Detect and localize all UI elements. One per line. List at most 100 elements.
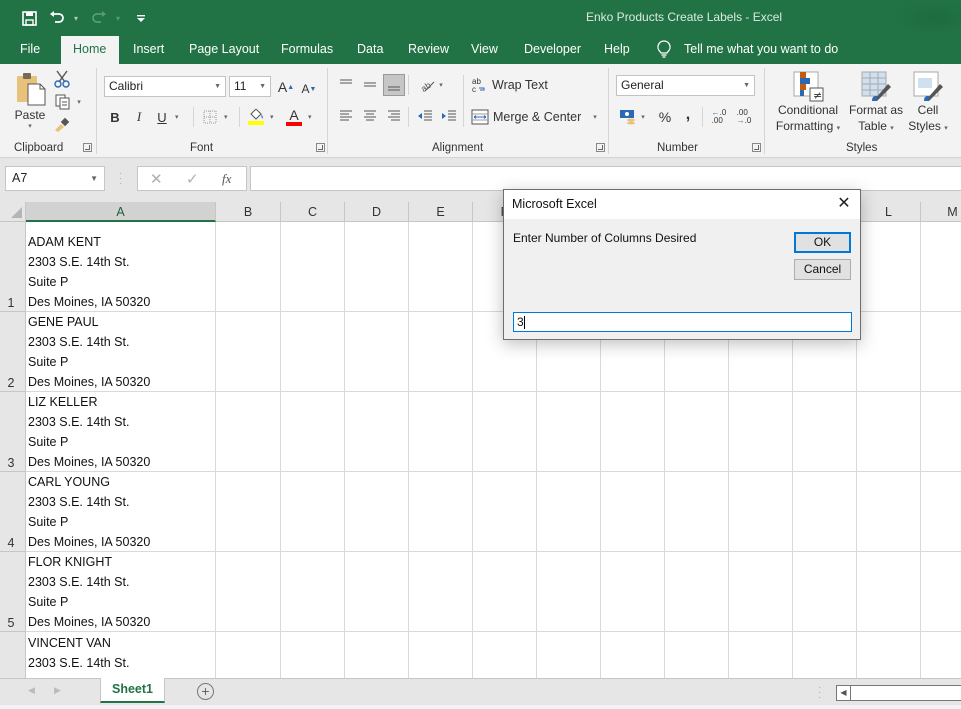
cancel-entry-icon[interactable]: ✕ <box>150 170 163 188</box>
dialog-title-bar[interactable]: Microsoft Excel ✕ <box>504 190 860 219</box>
font-name-combo[interactable]: Calibri ▼ <box>104 76 226 97</box>
row-header-1[interactable]: 1 <box>0 222 26 312</box>
merge-center-button[interactable]: Merge & Center ▾ <box>471 106 599 128</box>
increase-font-size-button[interactable]: A ▲ <box>277 76 295 98</box>
increase-decimal-button[interactable]: ←.0.00 <box>708 106 730 128</box>
font-size-combo[interactable]: 11 ▼ <box>229 76 271 97</box>
column-header-m[interactable]: M <box>921 202 961 222</box>
row-header-3[interactable]: 3 <box>0 392 26 472</box>
tab-split-handle[interactable]: · · · <box>818 683 821 703</box>
clipboard-launcher-icon[interactable] <box>83 143 92 152</box>
decrease-indent-icon <box>418 110 432 121</box>
format-as-table-button[interactable]: Format as Table ▾ <box>847 68 905 138</box>
columns-input[interactable]: 3 <box>513 312 852 332</box>
column-header-e[interactable]: E <box>409 202 473 222</box>
align-center-button[interactable] <box>360 106 380 126</box>
conditional-formatting-button[interactable]: ≠ Conditional Formatting ▾ <box>771 68 845 138</box>
tab-file[interactable]: File <box>10 36 50 64</box>
tab-review[interactable]: Review <box>398 36 459 64</box>
cell-a2[interactable]: GENE PAUL 2303 S.E. 14th St. Suite P Des Mo… <box>28 312 150 392</box>
top-align-button[interactable] <box>336 74 356 94</box>
comma-style-button[interactable]: , <box>681 104 695 126</box>
decrease-indent-button[interactable] <box>415 106 435 126</box>
tab-page-layout[interactable]: Page Layout <box>179 36 269 64</box>
tab-view[interactable]: View <box>461 36 508 64</box>
row-header-5[interactable]: 5 <box>0 552 26 632</box>
formula-bar-resize-handle[interactable]: · · · <box>119 169 122 189</box>
number-launcher-icon[interactable] <box>752 143 761 152</box>
underline-dropdown-icon[interactable]: ▾ <box>175 113 179 121</box>
fill-color-button[interactable] <box>245 106 267 128</box>
row-header-6[interactable]: 6 <box>0 632 26 678</box>
row-header-2[interactable]: 2 <box>0 312 26 392</box>
bold-button[interactable]: B <box>107 106 123 128</box>
tab-developer[interactable]: Developer <box>514 36 591 64</box>
cell-a5[interactable]: FLOR KNIGHT 2303 S.E. 14th St. Suite P Des … <box>28 552 150 632</box>
column-header-c[interactable]: C <box>281 202 345 222</box>
select-all-button[interactable] <box>0 202 26 222</box>
column-header-a[interactable]: A <box>26 202 216 222</box>
copy-button[interactable]: ▾ <box>52 92 84 112</box>
cell-styles-button[interactable]: Cell Styles ▾ <box>905 68 951 138</box>
title-bar: ▾ ▾ Enko Products Create Labels - Excel <box>0 0 961 36</box>
middle-align-button[interactable] <box>360 74 380 94</box>
input-dialog: Microsoft Excel ✕ Enter Number of Column… <box>503 189 861 340</box>
tell-me-search[interactable]: Tell me what you want to do <box>656 40 838 58</box>
format-painter-icon <box>55 117 70 132</box>
tab-formulas[interactable]: Formulas <box>271 36 343 64</box>
column-header-b[interactable]: B <box>216 202 281 222</box>
close-icon[interactable]: ✕ <box>834 194 854 214</box>
alignment-launcher-icon[interactable] <box>596 143 605 152</box>
borders-dropdown-icon[interactable]: ▾ <box>224 113 228 121</box>
undo-dropdown-icon[interactable]: ▾ <box>74 14 82 23</box>
row-header-4[interactable]: 4 <box>0 472 26 552</box>
customize-qat-icon[interactable] <box>130 7 152 29</box>
insert-function-icon[interactable]: fx <box>222 171 231 187</box>
sheet-tab-sheet1[interactable]: Sheet1 <box>100 678 165 703</box>
fill-color-dropdown-icon[interactable]: ▾ <box>270 113 274 121</box>
font-launcher-icon[interactable] <box>316 143 325 152</box>
increase-indent-button[interactable] <box>439 106 459 126</box>
accounting-format-button[interactable]: ▾ <box>617 106 647 128</box>
font-color-button[interactable]: A <box>283 106 305 128</box>
cut-button[interactable] <box>52 69 72 89</box>
horizontal-scrollbar[interactable]: ◀ <box>836 685 961 701</box>
column-header-d[interactable]: D <box>345 202 409 222</box>
formula-input[interactable] <box>250 166 961 191</box>
cell-a4[interactable]: CARL YOUNG 2303 S.E. 14th St. Suite P Des M… <box>28 472 150 552</box>
number-format-combo[interactable]: General ▼ <box>616 75 755 96</box>
save-icon[interactable] <box>18 7 40 29</box>
cell-a6[interactable]: VINCENT VAN 2303 S.E. 14th St. <box>28 633 129 673</box>
font-color-dropdown-icon[interactable]: ▾ <box>308 113 312 121</box>
italic-button[interactable]: I <box>131 106 147 128</box>
confirm-entry-icon[interactable]: ✓ <box>186 170 199 188</box>
cell-a3[interactable]: LIZ KELLER 2303 S.E. 14th St. Suite P Des M… <box>28 392 150 472</box>
ok-button[interactable]: OK <box>794 232 851 253</box>
scroll-left-icon[interactable]: ◀ <box>837 686 851 700</box>
decrease-decimal-button[interactable]: .00 →.0 <box>733 106 755 128</box>
tab-help[interactable]: Help <box>594 36 640 64</box>
column-header-l[interactable]: L <box>857 202 921 222</box>
previous-sheet-icon[interactable]: ◀ <box>28 685 35 696</box>
name-box[interactable]: A7 ▼ <box>5 166 105 191</box>
tab-insert[interactable]: Insert <box>123 36 174 64</box>
undo-icon[interactable] <box>46 7 68 29</box>
cancel-button[interactable]: Cancel <box>794 259 851 280</box>
tab-home[interactable]: Home <box>61 36 119 64</box>
align-left-button[interactable] <box>336 106 356 126</box>
cell-a1[interactable]: ADAM KENT 2303 S.E. 14th St. Suite P Des Mo… <box>28 232 150 312</box>
percent-style-button[interactable]: % <box>655 106 675 128</box>
decrease-font-size-button[interactable]: A ▼ <box>300 78 318 100</box>
title-decoration <box>891 0 961 36</box>
borders-button[interactable] <box>200 106 220 128</box>
new-sheet-icon[interactable]: + <box>197 683 214 700</box>
next-sheet-icon[interactable]: ▶ <box>54 685 61 696</box>
underline-button[interactable]: U <box>154 106 170 128</box>
orientation-button[interactable]: ab ▾ <box>415 74 447 96</box>
tab-data[interactable]: Data <box>347 36 393 64</box>
format-painter-button[interactable] <box>52 114 72 134</box>
align-right-button[interactable] <box>384 106 404 126</box>
bottom-align-button[interactable] <box>383 74 405 96</box>
wrap-text-button[interactable]: ab c Wrap Text <box>472 74 552 96</box>
paste-button[interactable]: Paste ▾ <box>12 70 48 132</box>
